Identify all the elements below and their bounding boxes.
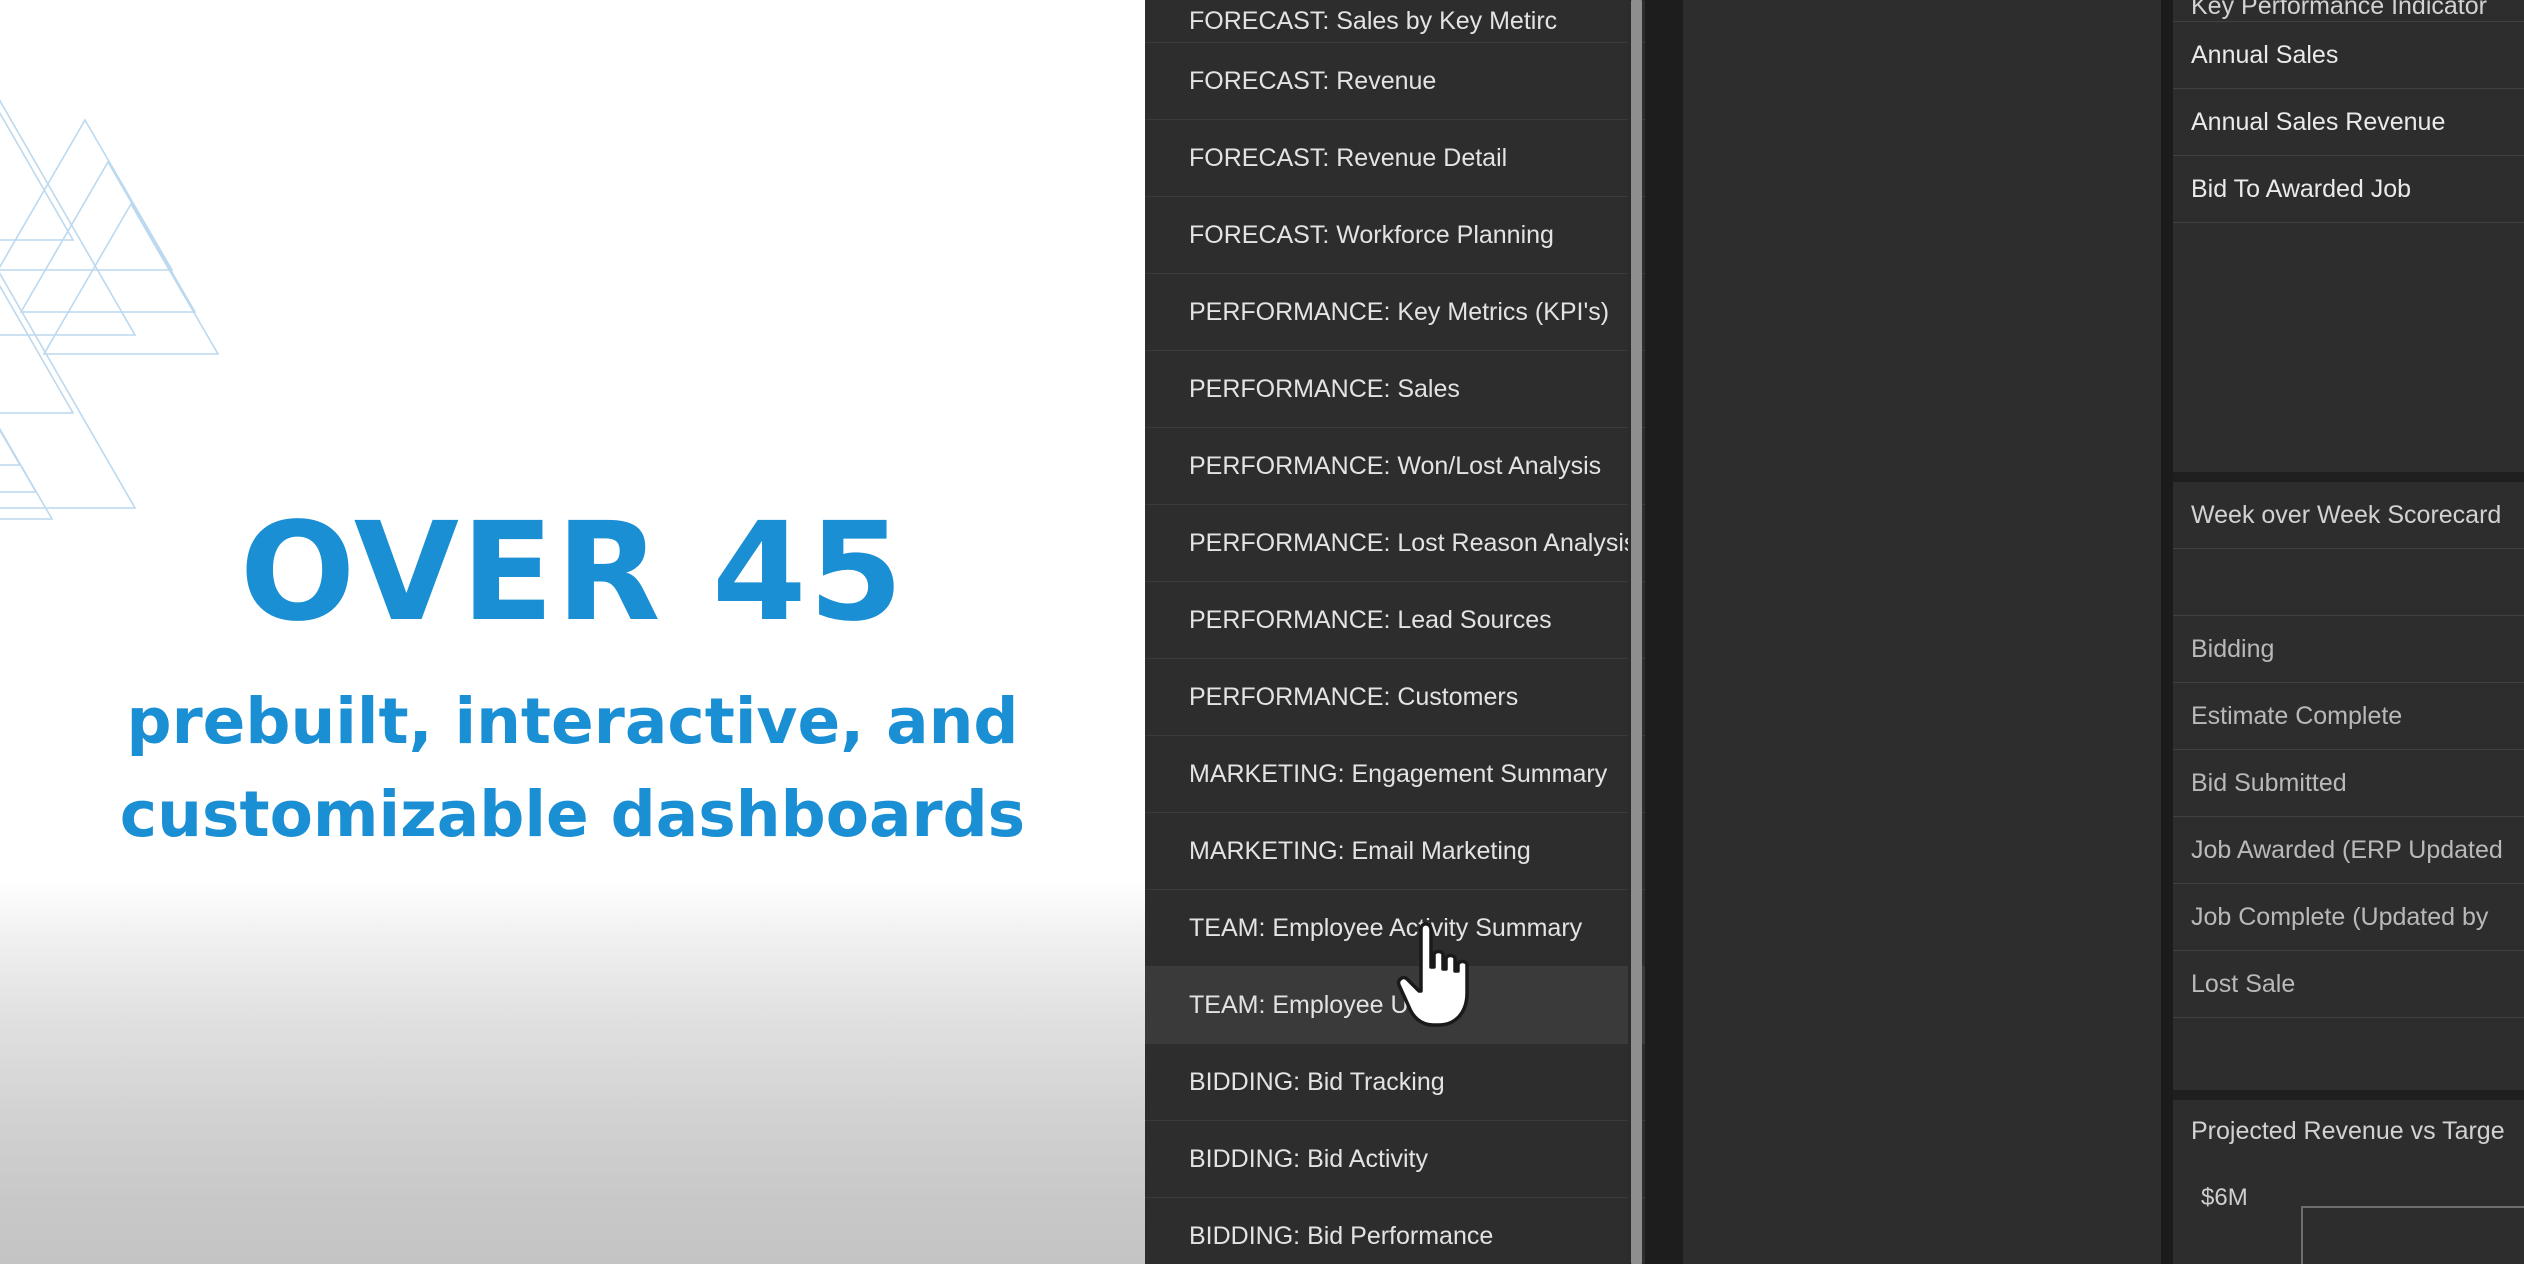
scorecard-row-label: Bid Submitted	[2191, 768, 2347, 797]
menu-item-label: TEAM: Employee U	[1189, 990, 1409, 1019]
kpi-row[interactable]: Annual Sales	[2173, 22, 2524, 89]
menu-scrollbar-thumb[interactable]	[1631, 0, 1642, 1264]
promo-panel: OVER 45 prebuilt, interactive, and custo…	[0, 0, 1145, 1264]
menu-item-label: PERFORMANCE: Lead Sources	[1189, 605, 1552, 634]
promo-headline: OVER 45	[239, 494, 906, 652]
menu-item-label: PERFORMANCE: Key Metrics (KPI's)	[1189, 297, 1610, 326]
panel-divider	[1645, 0, 1683, 1264]
menu-item[interactable]: BIDDING: Bid Tracking	[1145, 1044, 1645, 1121]
menu-item[interactable]: TEAM: Employee U	[1145, 967, 1645, 1044]
menu-item-label: PERFORMANCE: Won/Lost Analysis	[1189, 451, 1602, 480]
scorecard-row[interactable]: Lost Sale	[2173, 951, 2524, 1018]
scorecard-row-label: Lost Sale	[2191, 969, 2296, 998]
menu-item-label: FORECAST: Revenue Detail	[1189, 143, 1508, 172]
menu-item-label: FORECAST: Revenue	[1189, 66, 1437, 95]
scorecard-row-label: Job Awarded (ERP Updated	[2191, 835, 2503, 864]
kpi-row-label: Annual Sales	[2191, 40, 2339, 69]
menu-item[interactable]: PERFORMANCE: Lead Sources	[1145, 582, 1645, 659]
chart-y-axis-tick-label: $6M	[2201, 1184, 2248, 1211]
scorecard-row[interactable]: Job Complete (Updated by	[2173, 884, 2524, 951]
scorecard-card-title: Week over Week Scorecard	[2173, 482, 2524, 549]
dashboard-canvas	[1683, 0, 2161, 1264]
menu-item-label: MARKETING: Email Marketing	[1189, 836, 1531, 865]
kpi-card-empty-area	[2173, 223, 2524, 471]
kpi-card-title: Key Performance Indicator	[2173, 0, 2524, 22]
projected-revenue-chart-card: Projected Revenue vs Targe $6M	[2173, 1100, 2524, 1264]
scorecard-card: Week over Week Scorecard Bidding Estimate…	[2173, 482, 2524, 1090]
scorecard-row-label: Estimate Complete	[2191, 701, 2403, 730]
chart-plot-area: $6M	[2173, 1162, 2524, 1264]
kpi-row-label: Annual Sales Revenue	[2191, 107, 2446, 136]
menu-item[interactable]: PERFORMANCE: Sales	[1145, 351, 1645, 428]
kpi-row[interactable]: Bid To Awarded Job	[2173, 156, 2524, 223]
kpi-row[interactable]: Annual Sales Revenue	[2173, 89, 2524, 156]
promo-subheadline: prebuilt, interactive, and customizable …	[0, 690, 1145, 846]
menu-item[interactable]: TEAM: Employee Activity Summary	[1145, 890, 1645, 967]
menu-item[interactable]: BIDDING: Bid Performance	[1145, 1198, 1645, 1264]
promo-subheadline-line-1: prebuilt, interactive, and	[126, 685, 1019, 758]
menu-item-label: MARKETING: Engagement Summary	[1189, 759, 1608, 788]
promo-subheadline-line-2: customizable dashboards	[119, 778, 1026, 851]
menu-item[interactable]: PERFORMANCE: Won/Lost Analysis	[1145, 428, 1645, 505]
menu-item-label: FORECAST: Sales by Key Metirc	[1189, 7, 1558, 35]
menu-item-label: PERFORMANCE: Lost Reason Analysis	[1189, 528, 1637, 557]
menu-item-label: TEAM: Employee Activity Summary	[1189, 913, 1583, 942]
dashboard-right-column: Key Performance Indicator Annual Sales An…	[2173, 0, 2524, 1264]
canvas-gutter	[2161, 0, 2173, 1264]
app-window: OVER 45 prebuilt, interactive, and custo…	[0, 0, 2524, 1264]
menu-item[interactable]: FORECAST: Workforce Planning	[1145, 197, 1645, 274]
scorecard-row[interactable]: Bid Submitted	[2173, 750, 2524, 817]
scorecard-row-label: Job Complete (Updated by	[2191, 902, 2489, 931]
kpi-row-label: Bid To Awarded Job	[2191, 174, 2412, 203]
scorecard-spacer-row	[2173, 1018, 2524, 1085]
scorecard-row[interactable]: Bidding	[2173, 616, 2524, 683]
scorecard-row[interactable]: Job Awarded (ERP Updated	[2173, 817, 2524, 884]
kpi-card: Key Performance Indicator Annual Sales An…	[2173, 0, 2524, 472]
menu-item-label: PERFORMANCE: Customers	[1189, 682, 1519, 711]
menu-item[interactable]: MARKETING: Email Marketing	[1145, 813, 1645, 890]
menu-item[interactable]: FORECAST: Revenue	[1145, 43, 1645, 120]
menu-item-label: BIDDING: Bid Performance	[1189, 1221, 1494, 1250]
menu-item[interactable]: MARKETING: Engagement Summary	[1145, 736, 1645, 813]
menu-item[interactable]: PERFORMANCE: Key Metrics (KPI's)	[1145, 274, 1645, 351]
dashboard-selector-list[interactable]: FORECAST: Sales by Key Metirc FORECAST: R…	[1145, 0, 1645, 1264]
scorecard-row-label: Bidding	[2191, 634, 2275, 663]
menu-item[interactable]: PERFORMANCE: Customers	[1145, 659, 1645, 736]
menu-item-label: BIDDING: Bid Tracking	[1189, 1067, 1445, 1096]
menu-item-label: BIDDING: Bid Activity	[1189, 1144, 1428, 1173]
chart-plot-frame	[2301, 1206, 2524, 1264]
menu-item[interactable]: PERFORMANCE: Lost Reason Analysis	[1145, 505, 1645, 582]
menu-item[interactable]: FORECAST: Sales by Key Metirc	[1145, 0, 1645, 43]
scorecard-spacer-row	[2173, 549, 2524, 616]
menu-item[interactable]: FORECAST: Revenue Detail	[1145, 120, 1645, 197]
chart-card-title: Projected Revenue vs Targe	[2191, 1116, 2505, 1145]
menu-item-label: FORECAST: Workforce Planning	[1189, 220, 1554, 249]
menu-item[interactable]: BIDDING: Bid Activity	[1145, 1121, 1645, 1198]
menu-item-label: PERFORMANCE: Sales	[1189, 374, 1460, 403]
scorecard-row[interactable]: Estimate Complete	[2173, 683, 2524, 750]
